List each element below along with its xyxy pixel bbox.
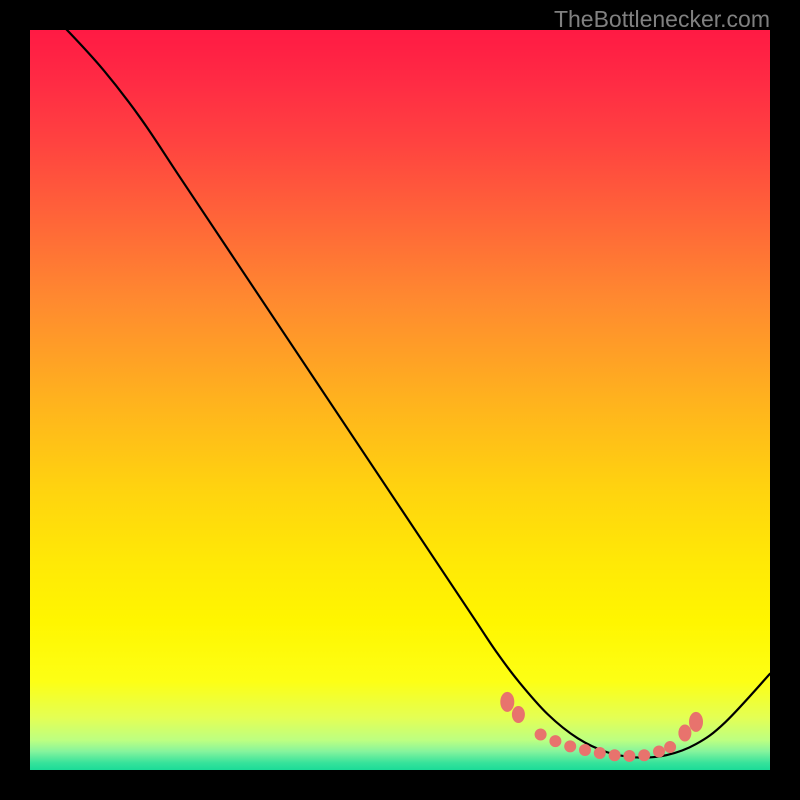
marker-point bbox=[501, 692, 514, 711]
plot-area bbox=[30, 30, 770, 770]
marker-point bbox=[690, 712, 703, 731]
marker-point bbox=[609, 750, 620, 761]
marker-point bbox=[639, 750, 650, 761]
marker-point bbox=[624, 750, 635, 761]
marker-point bbox=[679, 725, 691, 741]
gradient-background bbox=[30, 30, 770, 770]
marker-point bbox=[535, 729, 546, 740]
marker-point bbox=[565, 741, 576, 752]
plot-svg bbox=[30, 30, 770, 770]
marker-point bbox=[580, 745, 591, 756]
marker-point bbox=[512, 707, 524, 723]
chart-frame: TheBottlenecker.com bbox=[0, 0, 800, 800]
attribution-text: TheBottlenecker.com bbox=[554, 6, 770, 33]
marker-point bbox=[594, 747, 605, 758]
marker-point bbox=[665, 742, 676, 753]
marker-point bbox=[550, 736, 561, 747]
marker-point bbox=[654, 746, 665, 757]
